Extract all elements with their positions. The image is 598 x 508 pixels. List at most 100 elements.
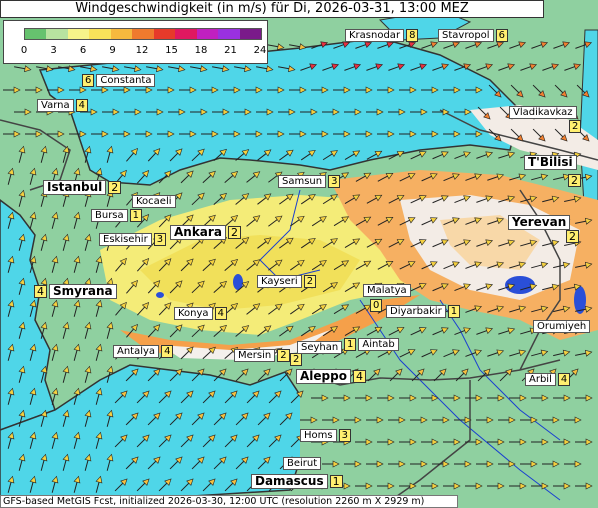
wind-arrow (476, 327, 494, 335)
wind-arrow (487, 217, 505, 225)
city-name: Diyarbakir (386, 305, 446, 318)
wind-arrow (84, 365, 92, 383)
wind-arrow (344, 108, 362, 116)
wind-arrow (488, 84, 502, 98)
legend-tick-label: 9 (109, 45, 116, 56)
wind-arrow (553, 305, 571, 313)
wind-speed-legend: 0 3 6 9 12 15 18 21 24 (3, 20, 268, 64)
wind-arrow (136, 170, 150, 184)
wind-speed-value: 4 (161, 345, 174, 358)
wind-arrow (84, 145, 92, 163)
wind-arrow (29, 255, 37, 273)
wind-arrow (289, 43, 307, 51)
wind-arrow (126, 323, 138, 338)
wind-arrow (84, 409, 92, 427)
wind-arrow (542, 416, 560, 424)
wind-arrow (322, 416, 340, 424)
wind-arrow (476, 283, 494, 291)
wind-arrow (279, 412, 293, 426)
wind-arrow (531, 305, 549, 313)
wind-arrow (344, 282, 361, 292)
wind-arrow (454, 327, 471, 336)
wind-arrow (202, 346, 216, 360)
wind-arrow (421, 173, 438, 182)
wind-arrow (289, 215, 305, 227)
city-name: Orumiyeh (533, 320, 591, 333)
wind-arrow (18, 365, 26, 383)
city-label-kayseri: Kayseri 2 (257, 275, 318, 288)
city-label-mersin: Mersin 2 (234, 349, 292, 362)
wind-arrow (355, 482, 373, 490)
wind-arrow (7, 255, 15, 273)
wind-arrow (311, 394, 329, 402)
wind-arrow (3, 130, 21, 138)
wind-arrow (454, 283, 471, 292)
wind-speed-value: 6 (495, 29, 508, 42)
city-name: Aleppo (296, 369, 351, 384)
wind-arrow (520, 63, 538, 71)
wind-arrow (465, 173, 482, 181)
city-name: Beirut (283, 457, 322, 470)
wind-arrow (257, 456, 271, 470)
city-label-arbil: Arbil 4 (525, 373, 572, 386)
wind-arrow (388, 239, 405, 248)
wind-speed-value: 1 (129, 209, 143, 222)
wind-arrow (246, 390, 260, 404)
wind-arrow (29, 299, 37, 317)
wind-arrow (531, 394, 549, 402)
wind-arrow (191, 456, 205, 470)
wind-arrow (191, 280, 205, 294)
wind-arrow (531, 438, 549, 446)
city-label-homs: Homs 3 (300, 429, 353, 442)
wind-arrow (180, 434, 194, 448)
wind-arrow (454, 239, 471, 248)
city-label-damascus: Damascus 1 (251, 474, 345, 489)
city-label-smyrana: 4 Smyrana (32, 284, 117, 299)
wind-arrow (432, 195, 449, 204)
wind-arrow (136, 258, 150, 272)
wind-arrow (158, 434, 172, 448)
wind-arrow (279, 237, 294, 249)
city-label-malatya: Malatya (363, 284, 411, 297)
wind-arrow (399, 394, 417, 402)
wind-arrow (73, 343, 81, 361)
wind-arrow (476, 416, 494, 424)
wind-arrow (487, 305, 505, 313)
wind-arrow (509, 438, 527, 446)
wind-arrow (168, 65, 186, 73)
wind-arrow (410, 195, 427, 204)
wind-arrow (290, 390, 304, 404)
wind-arrow (157, 130, 175, 138)
wind-arrow (147, 412, 161, 426)
wind-arrow (300, 149, 316, 161)
wind-arrow (158, 478, 172, 492)
wind-arrow (278, 65, 296, 73)
wind-arrow (432, 239, 449, 248)
wind-arrow (454, 151, 471, 160)
wind-arrow (322, 108, 340, 116)
map-title: Windgeschwindigkeit (in m/s) für Di, 202… (0, 0, 544, 18)
wind-arrow (179, 86, 197, 94)
wind-arrow (29, 387, 37, 405)
wind-arrow (411, 368, 425, 382)
wind-arrow (366, 326, 383, 336)
wind-arrow (553, 261, 571, 269)
wind-speed-value: 2 (303, 275, 317, 288)
wind-arrow (224, 434, 238, 448)
wind-arrow (531, 41, 549, 49)
wind-arrow (257, 193, 272, 205)
wind-arrow (366, 108, 384, 116)
wind-arrow (510, 84, 524, 98)
wind-arrow (62, 233, 70, 251)
wind-arrow (62, 453, 70, 471)
wind-arrow (224, 478, 238, 492)
wind-arrow (84, 453, 92, 471)
city-name: Krasnodar (345, 29, 405, 42)
wind-arrow (268, 303, 283, 315)
city-label-tbilisi: 2 (566, 174, 583, 187)
city-label-varna: Varna 4 (37, 99, 90, 112)
wind-arrow (322, 63, 340, 71)
wind-arrow (146, 65, 164, 73)
legend-color-step (132, 29, 154, 39)
wind-arrow (576, 84, 590, 98)
